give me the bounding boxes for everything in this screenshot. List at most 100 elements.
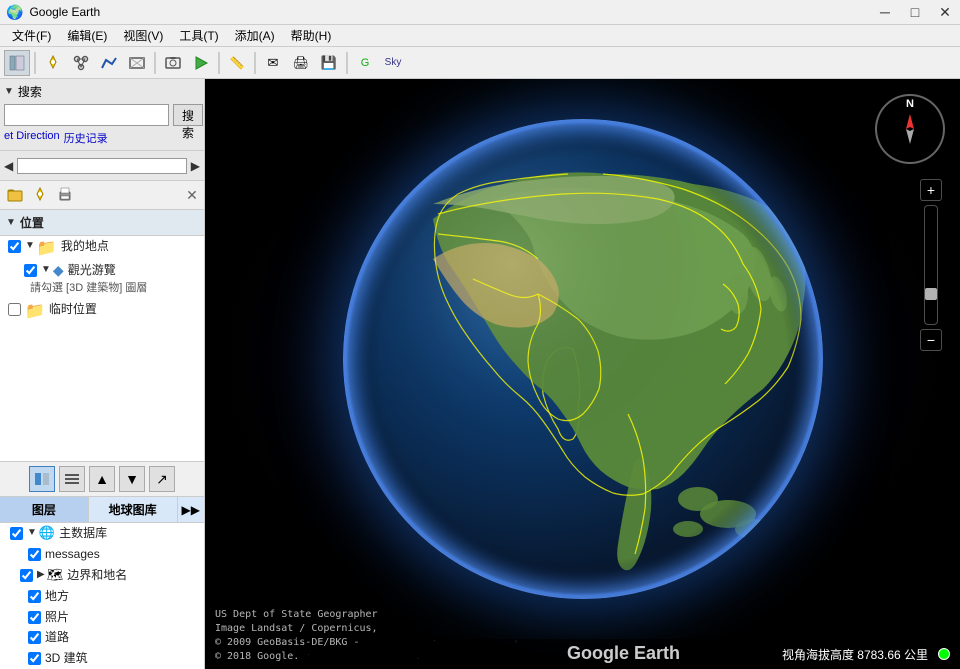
- google-earth-watermark: Google Earth: [567, 643, 680, 664]
- my-places-label: 我的地点: [61, 238, 109, 255]
- menu-tools[interactable]: 工具(T): [171, 25, 226, 46]
- zoom-thumb[interactable]: [925, 288, 937, 300]
- tour-checkbox[interactable]: [24, 264, 37, 277]
- menu-add[interactable]: 添加(A): [227, 25, 283, 46]
- layer-messages-checkbox[interactable]: [28, 548, 41, 561]
- toolbar-btn-path[interactable]: [96, 50, 122, 76]
- search-input[interactable]: [4, 104, 169, 126]
- places-header[interactable]: ▼ 位置: [0, 210, 204, 236]
- layer-borders[interactable]: ▶ 🗺 边界和地名: [0, 565, 204, 586]
- layer-main-db-checkbox[interactable]: [10, 527, 23, 540]
- gallery-tab[interactable]: 地球图库: [89, 497, 178, 522]
- minimize-button[interactable]: ─: [870, 0, 900, 25]
- toolbar-btn-email[interactable]: ✉: [260, 50, 286, 76]
- toolbar-btn-print[interactable]: 🖨: [288, 50, 314, 76]
- places-view-button[interactable]: [29, 466, 55, 492]
- menu-view[interactable]: 视图(V): [115, 25, 171, 46]
- scroll-track[interactable]: [17, 158, 187, 174]
- panel-close-button[interactable]: ✕: [184, 187, 200, 203]
- polygon-icon: [72, 54, 90, 72]
- temp-checkbox[interactable]: [8, 303, 21, 316]
- navigation-compass[interactable]: N: [870, 89, 950, 169]
- layer-3d-buildings[interactable]: 3D 建筑: [0, 648, 204, 669]
- search-label: 搜索: [18, 83, 42, 100]
- expand-button[interactable]: ↗: [149, 466, 175, 492]
- toolbar-btn-overlay[interactable]: [124, 50, 150, 76]
- search-button[interactable]: 搜索: [173, 104, 203, 126]
- menu-help[interactable]: 帮助(H): [283, 25, 340, 46]
- my-places-expand-icon[interactable]: ▼: [25, 240, 35, 251]
- toolbar-sep-5: [346, 52, 348, 74]
- get-direction-link[interactable]: et Direction: [4, 130, 60, 146]
- toolbar-sep-4: [254, 52, 256, 74]
- list-view-button[interactable]: [59, 466, 85, 492]
- layer-places-checkbox[interactable]: [28, 590, 41, 603]
- tour-icon: [192, 54, 210, 72]
- search-header: ▼ 搜索: [4, 83, 200, 100]
- toolbar-btn-sky[interactable]: Sky: [380, 50, 406, 76]
- layers-tab[interactable]: 图层: [0, 497, 89, 522]
- toolbar-btn-tour[interactable]: [188, 50, 214, 76]
- tour-expand-icon[interactable]: ▼: [41, 264, 51, 275]
- layer-places[interactable]: 地方: [0, 586, 204, 607]
- zoom-control: + −: [920, 179, 942, 351]
- search-collapse-arrow[interactable]: ▼: [4, 86, 14, 97]
- layer-main-db-expand[interactable]: ▼: [27, 527, 37, 538]
- move-up-button[interactable]: ▲: [89, 466, 115, 492]
- layer-borders-expand[interactable]: ▶: [37, 569, 45, 580]
- temp-label: 临时位置: [49, 301, 97, 318]
- toolbar-btn-polygon[interactable]: [68, 50, 94, 76]
- status-indicator-dot: [938, 648, 950, 660]
- add-placemark-panel-button[interactable]: [29, 184, 51, 206]
- menubar: 文件(F) 编辑(E) 视图(V) 工具(T) 添加(A) 帮助(H): [0, 25, 960, 47]
- layer-messages[interactable]: messages: [0, 544, 204, 565]
- zoom-out-button[interactable]: −: [920, 329, 942, 351]
- toolbar-btn-g2[interactable]: G: [352, 50, 378, 76]
- layer-photos-checkbox[interactable]: [28, 611, 41, 624]
- globe[interactable]: [343, 119, 823, 599]
- temp-item[interactable]: 📁 临时位置: [0, 299, 204, 323]
- zoom-track[interactable]: [924, 205, 938, 325]
- my-places-item[interactable]: ▼ 📁 我的地点: [0, 236, 204, 260]
- toolbar-btn-measure[interactable]: 📏: [224, 50, 250, 76]
- places-title: 位置: [20, 214, 44, 231]
- layers-header: 图层 地球图库 ▶▶: [0, 497, 204, 523]
- layer-roads-checkbox[interactable]: [28, 631, 41, 644]
- toolbar-btn-save[interactable]: 💾: [316, 50, 342, 76]
- layers-section: 图层 地球图库 ▶▶ ▼ 🌐 主数据库 messages ▶: [0, 496, 204, 669]
- tour-icon: ◆: [53, 262, 64, 279]
- panel-toggle-button[interactable]: [4, 50, 30, 76]
- toolbar-btn-placemark[interactable]: [40, 50, 66, 76]
- scroll-right-button[interactable]: ▶: [189, 157, 202, 175]
- layer-borders-checkbox[interactable]: [20, 569, 33, 582]
- print-panel-button[interactable]: [54, 184, 76, 206]
- scroll-left-button[interactable]: ◀: [2, 157, 15, 175]
- new-folder-button[interactable]: [4, 184, 26, 206]
- zoom-in-button[interactable]: +: [920, 179, 942, 201]
- maximize-button[interactable]: □: [900, 0, 930, 25]
- tour-item[interactable]: ▼ ◆ 觀光游覽: [0, 260, 204, 281]
- layers-expand-icon[interactable]: ▶▶: [178, 499, 204, 521]
- app-title: Google Earth: [29, 5, 100, 19]
- menu-edit[interactable]: 编辑(E): [59, 25, 115, 46]
- layer-3d-buildings-checkbox[interactable]: [28, 652, 41, 665]
- menu-file[interactable]: 文件(F): [4, 25, 59, 46]
- places-triangle-icon: ▼: [6, 217, 16, 228]
- toolbar-btn-photo[interactable]: [160, 50, 186, 76]
- my-places-checkbox[interactable]: [8, 240, 21, 253]
- main-layout: ▼ 搜索 搜索 et Direction 历史记录 ◀ ▶: [0, 79, 960, 669]
- print-panel-icon: [57, 187, 73, 203]
- attribution-line-1: US Dept of State Geographer: [215, 608, 378, 622]
- close-button[interactable]: ✕: [930, 0, 960, 25]
- layer-main-db[interactable]: ▼ 🌐 主数据库: [0, 523, 204, 544]
- move-down-button[interactable]: ▼: [119, 466, 145, 492]
- compass-ring: N: [875, 94, 945, 164]
- titlebar: 🌍 Google Earth ─ □ ✕: [0, 0, 960, 25]
- places-view-icon: [34, 471, 50, 487]
- toolbar-sep-1: [34, 52, 36, 74]
- map-area[interactable]: N + − US Dept of State Geographer Image …: [205, 79, 960, 669]
- layer-photos[interactable]: 照片: [0, 607, 204, 628]
- placemark-panel-icon: [32, 187, 48, 203]
- history-link[interactable]: 历史记录: [64, 130, 108, 146]
- layer-roads[interactable]: 道路: [0, 627, 204, 648]
